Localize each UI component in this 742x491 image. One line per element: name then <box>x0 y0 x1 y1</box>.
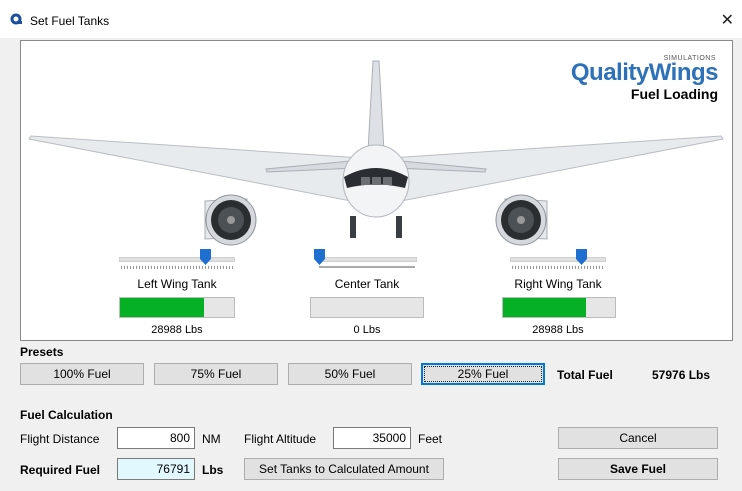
presets-heading: Presets <box>20 345 64 359</box>
flight-distance-label: Flight Distance <box>20 432 100 446</box>
slider-ticks <box>121 266 233 269</box>
total-fuel-label: Total Fuel <box>557 368 613 382</box>
save-fuel-button[interactable]: Save Fuel <box>558 458 718 480</box>
center-tank-slider[interactable] <box>314 249 417 269</box>
app-icon <box>10 13 22 25</box>
slider-ticks <box>319 266 415 268</box>
left-wing-tank: Left Wing Tank 28988 Lbs <box>119 249 235 336</box>
title-bar: Set Fuel Tanks ✕ <box>0 0 742 38</box>
total-fuel-value: 57976 Lbs <box>652 368 711 382</box>
preset-50-button[interactable]: 50% Fuel <box>288 363 412 385</box>
flight-distance-input[interactable] <box>117 427 195 449</box>
center-tank-label: Center Tank <box>334 277 400 291</box>
qualitywings-logo: SIMULATIONS QualityWings Fuel Loading <box>570 55 719 102</box>
left-tank-amount: 28988 Lbs <box>151 324 203 336</box>
right-wing-tank: Right Wing Tank 28988 Lbs <box>502 249 616 336</box>
right-tank-label: Right Wing Tank <box>514 277 602 291</box>
preset-75-button[interactable]: 75% Fuel <box>154 363 278 385</box>
slider-ticks <box>512 266 604 269</box>
fuel-loading-panel: SIMULATIONS QualityWings Fuel Loading Le… <box>20 40 733 341</box>
required-fuel-field <box>117 458 195 480</box>
logo-brand: QualityWings <box>570 59 719 86</box>
flight-altitude-input[interactable] <box>333 427 411 449</box>
required-fuel-label: Required Fuel <box>20 463 101 477</box>
fuel-calculation-heading: Fuel Calculation <box>20 408 113 422</box>
logo-subtitle: Fuel Loading <box>630 86 718 102</box>
cancel-button[interactable]: Cancel <box>558 427 718 449</box>
preset-25-button[interactable]: 25% Fuel <box>421 363 545 385</box>
right-tank-progress-fill <box>503 298 586 317</box>
slider-thumb-icon[interactable] <box>314 249 325 265</box>
required-fuel-unit: Lbs <box>202 463 224 477</box>
center-tank-progress <box>310 297 424 318</box>
right-tank-progress <box>502 297 616 318</box>
left-tank-slider[interactable] <box>119 249 235 269</box>
left-tank-progress-fill <box>120 298 205 317</box>
window-title: Set Fuel Tanks <box>30 14 110 28</box>
left-tank-label: Left Wing Tank <box>137 277 217 291</box>
preset-100-button[interactable]: 100% Fuel <box>20 363 144 385</box>
center-tank: Center Tank 0 Lbs <box>310 249 424 336</box>
close-icon[interactable]: ✕ <box>721 10 734 30</box>
left-tank-progress <box>119 297 235 318</box>
set-tanks-calculated-button[interactable]: Set Tanks to Calculated Amount <box>244 458 444 480</box>
slider-thumb-icon[interactable] <box>199 249 211 265</box>
slider-track <box>119 257 235 262</box>
slider-track <box>510 257 606 262</box>
slider-thumb-icon[interactable] <box>576 249 588 265</box>
right-tank-slider[interactable] <box>510 249 606 269</box>
slider-track <box>317 257 417 262</box>
flight-distance-unit: NM <box>202 432 221 446</box>
center-tank-amount: 0 Lbs <box>353 324 381 336</box>
right-tank-amount: 28988 Lbs <box>532 324 584 336</box>
flight-altitude-label: Flight Altitude <box>244 432 317 446</box>
flight-altitude-unit: Feet <box>418 432 443 446</box>
